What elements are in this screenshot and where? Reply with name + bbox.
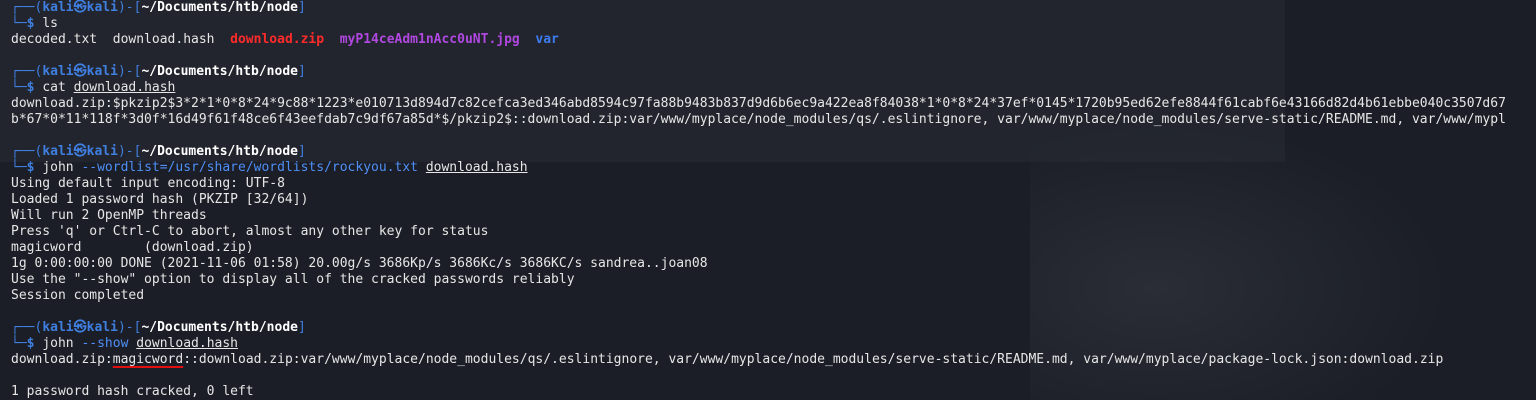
command-line: └─$ ls (11, 16, 58, 31)
john-output-line: Using default input encoding: UTF-8 (11, 176, 285, 191)
john-output-line: 1g 0:00:00:00 DONE (2021-11-06 01:58) 20… (11, 256, 708, 271)
prompt-line: ┌──(kali㉿kali)-[~/Documents/htb/node] (11, 64, 306, 79)
command-line: └─$ cat download.hash (11, 80, 176, 95)
cracked-password-line: magicword (download.zip) (11, 240, 254, 255)
file-download-hash: download.hash (112, 32, 215, 47)
summary-line: 1 password hash cracked, 0 left (11, 384, 254, 399)
file-image: myP14ceAdm1nAcc0uNT.jpg (339, 32, 520, 47)
command-line: └─$ john --wordlist=/usr/share/wordlists… (11, 160, 528, 175)
show-output-line: download.zip:magicword::download.zip:var… (11, 352, 1444, 367)
john-output-line: Session completed (11, 288, 145, 303)
john-output-line: Press 'q' or Ctrl-C to abort, almost any… (11, 224, 489, 239)
file-decoded-txt: decoded.txt (11, 32, 98, 47)
command-line: └─$ john --show download.hash (11, 336, 238, 351)
hash-output-line: download.zip:$pkzip2$3*2*1*0*8*24*9c88*1… (11, 96, 1506, 111)
ls-output: decoded.txt download.hash download.zip m… (11, 32, 1536, 48)
prompt-line: ┌──(kali㉿kali)-[~/Documents/htb/node] (11, 0, 306, 15)
john-output-line: Will run 2 OpenMP threads (11, 208, 207, 223)
prompt-line: ┌──(kali㉿kali)-[~/Documents/htb/node] (11, 144, 306, 159)
highlighted-password: magicword (112, 352, 184, 367)
prompt-line: ┌──(kali㉿kali)-[~/Documents/htb/node] (11, 320, 306, 335)
dir-var: var (535, 32, 559, 47)
file-download-zip: download.zip (230, 32, 325, 47)
terminal-output[interactable]: ┌──(kali㉿kali)-[~/Documents/htb/node] └─… (11, 0, 1536, 400)
john-output-line: Use the "--show" option to display all o… (11, 272, 575, 287)
john-output-line: Loaded 1 password hash (PKZIP [32/64]) (11, 192, 309, 207)
hash-output-line: b*67*0*11*118f*3d0f*16d49f61f48ce6f43eef… (11, 112, 1506, 127)
